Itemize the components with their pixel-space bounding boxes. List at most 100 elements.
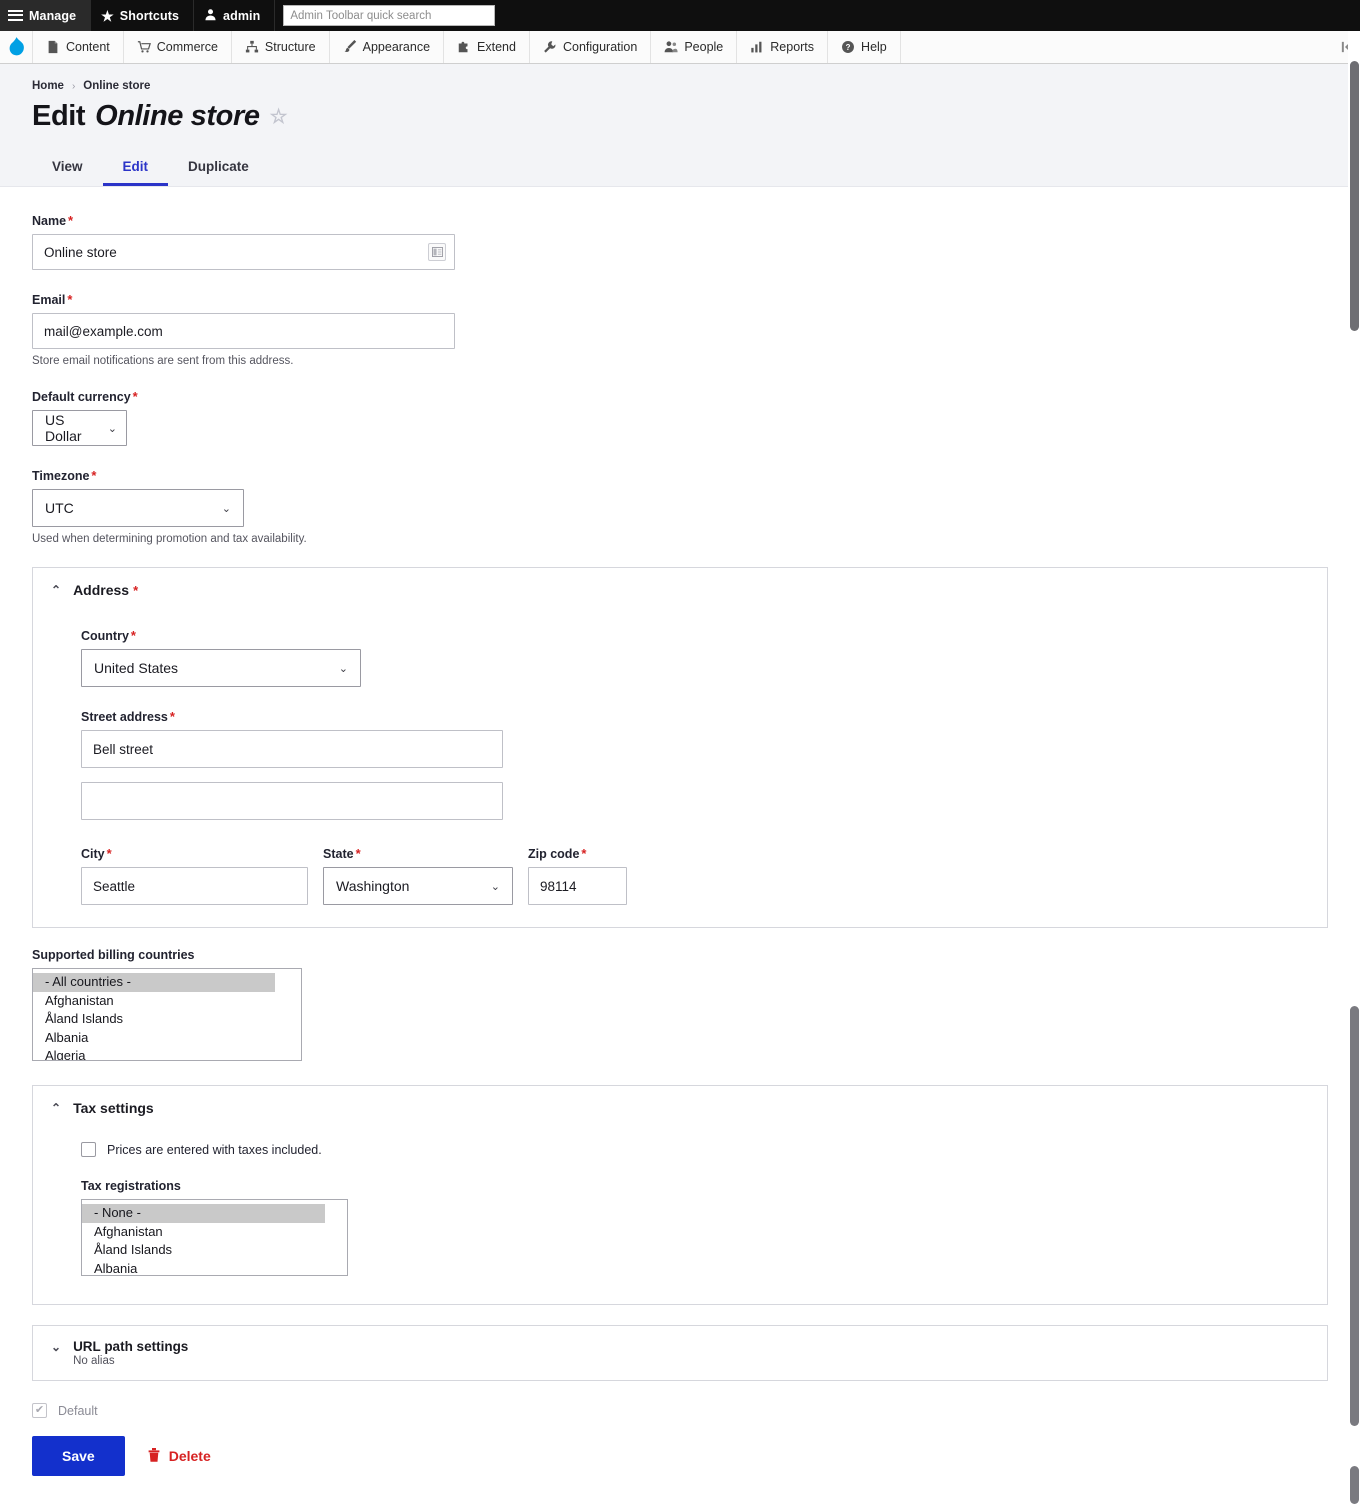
wrench-icon — [543, 40, 557, 54]
field-timezone-label-text: Timezone — [32, 469, 90, 483]
menu-item-reports[interactable]: Reports — [737, 31, 829, 63]
field-street-address: Street address * — [81, 709, 1309, 768]
url-path-settings-details[interactable]: ⌄ URL path settings No alias — [32, 1325, 1328, 1381]
menu-item-structure[interactable]: Structure — [232, 31, 330, 63]
tab-view[interactable]: View — [32, 149, 103, 186]
default-currency-select[interactable]: US Dollar ⌄ — [32, 410, 127, 446]
field-country-label-text: Country — [81, 629, 129, 643]
star-icon[interactable]: ☆ — [270, 107, 288, 127]
admin-toolbar-account[interactable]: admin — [194, 0, 276, 31]
street-address-2-input[interactable] — [81, 782, 503, 820]
city-input[interactable] — [81, 867, 308, 905]
admin-toolbar: Manage ★ Shortcuts admin — [0, 0, 1360, 31]
bar-chart-icon — [750, 40, 764, 54]
list-item[interactable]: Albania — [82, 1260, 347, 1276]
default-checkbox-row: ✔ Default — [32, 1403, 1328, 1418]
breadcrumb-item-home[interactable]: Home — [32, 80, 64, 92]
page-scrollbar-track[interactable] — [1348, 31, 1360, 1511]
list-item[interactable]: Åland Islands — [82, 1241, 347, 1260]
url-path-settings-summary-wrap: URL path settings No alias — [73, 1339, 188, 1367]
address-fieldset-title: Address — [73, 582, 130, 598]
page-title: Edit Online store ☆ — [32, 100, 1360, 133]
zip-input[interactable] — [528, 867, 627, 905]
admin-toolbar-manage[interactable]: Manage — [0, 0, 92, 31]
list-item[interactable]: Algeria — [33, 1047, 301, 1060]
hamburger-icon — [8, 10, 23, 21]
field-timezone: Timezone * UTC ⌄ Used when determining pr… — [32, 468, 1328, 545]
field-country: Country * United States ⌄ — [81, 628, 1309, 687]
menu-item-extend[interactable]: Extend — [444, 31, 530, 63]
field-zip-label-text: Zip code — [528, 847, 580, 861]
list-item[interactable]: Albania — [33, 1029, 301, 1048]
menu-item-people[interactable]: People — [651, 31, 738, 63]
name-input[interactable] — [32, 234, 455, 270]
required-marker: * — [130, 628, 136, 643]
field-email: Email* Store email notifications are sen… — [32, 292, 1328, 367]
field-street-address-label-text: Street address — [81, 710, 168, 724]
field-country-label: Country * — [81, 628, 1309, 643]
field-email-description: Store email notifications are sent from … — [32, 355, 294, 367]
email-input[interactable] — [32, 313, 455, 349]
field-street-address-control — [81, 730, 503, 768]
state-select[interactable]: Washington ⌄ — [323, 867, 513, 905]
menu-item-help[interactable]: ? Help — [828, 31, 901, 63]
page-scrollbar-thumb[interactable] — [1350, 61, 1359, 331]
prices-included-checkbox-row[interactable]: Prices are entered with taxes included. — [81, 1142, 1309, 1157]
required-marker: * — [106, 846, 112, 861]
default-checkbox: ✔ — [32, 1403, 47, 1418]
list-item[interactable]: Afghanistan — [33, 992, 301, 1011]
list-item[interactable]: Afghanistan — [82, 1223, 347, 1242]
tab-duplicate[interactable]: Duplicate — [168, 149, 269, 186]
breadcrumb: Home › Online store — [32, 80, 1360, 92]
admin-toolbar-shortcuts-label: Shortcuts — [119, 8, 180, 23]
required-marker: * — [132, 389, 138, 404]
delete-button[interactable]: Delete — [147, 1447, 211, 1466]
timezone-select[interactable]: UTC ⌄ — [32, 489, 244, 527]
list-item[interactable]: - All countries - — [33, 973, 275, 992]
list-item[interactable]: Åland Islands — [33, 1010, 301, 1029]
list-item[interactable]: - None - — [82, 1204, 325, 1223]
street-address-input[interactable] — [81, 730, 503, 768]
menu-item-appearance[interactable]: Appearance — [330, 31, 445, 63]
puzzle-icon — [457, 40, 471, 54]
inner-scrollbar-thumb[interactable] — [1350, 1006, 1359, 1426]
field-email-control — [32, 313, 455, 349]
billing-countries-listbox[interactable]: - All countries - Afghanistan Åland Isla… — [32, 968, 302, 1061]
menu-item-content-label: Content — [66, 40, 110, 54]
country-value: United States — [94, 660, 179, 676]
tax-settings-fieldset-legend[interactable]: ⌃ Tax settings — [51, 1100, 1309, 1116]
admin-toolbar-search-input[interactable] — [283, 5, 496, 26]
tax-settings-fieldset-body: Prices are entered with taxes included. … — [51, 1116, 1309, 1276]
menu-item-structure-label: Structure — [264, 40, 316, 54]
admin-toolbar-search-wrap — [275, 0, 503, 31]
drupal-logo-icon[interactable] — [0, 31, 33, 63]
default-checkbox-label: Default — [58, 1403, 98, 1418]
field-email-label: Email * — [32, 292, 1328, 307]
country-select[interactable]: United States ⌄ — [81, 649, 361, 687]
tab-edit[interactable]: Edit — [102, 149, 169, 186]
field-default-currency: Default currency * US Dollar ⌄ — [32, 389, 1328, 446]
save-button[interactable]: Save — [32, 1436, 125, 1476]
field-timezone-label: Timezone * — [32, 468, 1328, 483]
tax-registrations-listbox[interactable]: - None - Afghanistan Åland Islands Alban… — [81, 1199, 348, 1276]
prices-included-checkbox[interactable] — [81, 1142, 96, 1157]
machine-name-icon[interactable] — [428, 243, 446, 261]
primary-tabs: View Edit Duplicate — [32, 149, 1360, 186]
field-default-currency-label-text: Default currency — [32, 390, 131, 404]
chevron-down-icon: ⌄ — [338, 662, 348, 675]
address-fieldset-legend[interactable]: ⌃ Address * — [51, 582, 1309, 598]
field-street-address-label: Street address * — [81, 709, 1309, 724]
inner-scrollbar-thumb-secondary[interactable] — [1350, 1466, 1359, 1504]
breadcrumb-item-online-store[interactable]: Online store — [83, 80, 150, 92]
required-marker: * — [68, 213, 74, 228]
question-circle-icon: ? — [841, 40, 855, 54]
menu-item-content[interactable]: Content — [33, 31, 124, 63]
admin-toolbar-shortcuts[interactable]: ★ Shortcuts — [91, 0, 195, 31]
tax-settings-fieldset: ⌃ Tax settings Prices are entered with t… — [32, 1085, 1328, 1305]
menu-item-configuration[interactable]: Configuration — [530, 31, 652, 63]
field-name: Name * — [32, 213, 1328, 270]
menu-item-commerce[interactable]: Commerce — [124, 31, 232, 63]
cart-icon — [137, 40, 151, 54]
required-marker: * — [133, 582, 139, 598]
field-tax-registrations-label: Tax registrations — [81, 1179, 181, 1193]
